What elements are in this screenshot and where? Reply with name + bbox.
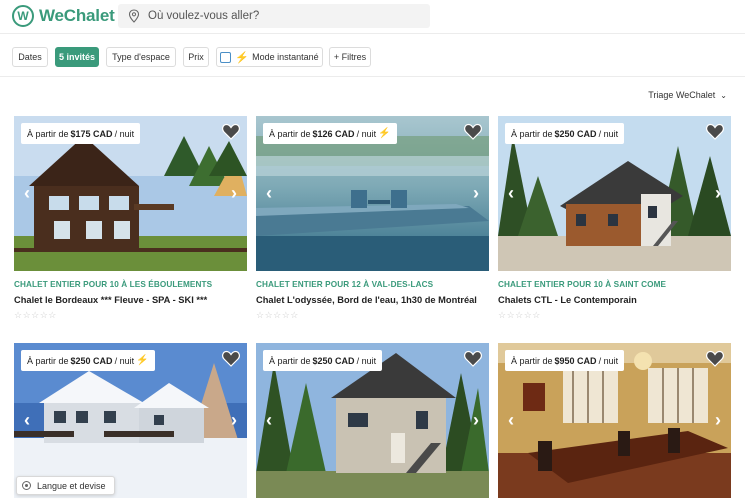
price-prefix: À partir de: [269, 128, 311, 139]
logo[interactable]: W WeChalet: [12, 4, 115, 28]
price-tag: À partir de $250 CAD / nuit: [505, 123, 625, 144]
chevron-left-icon[interactable]: ‹: [20, 184, 34, 202]
listing-photo[interactable]: À partir de $950 CAD / nuit ‹ ›: [498, 343, 731, 498]
listing-card[interactable]: À partir de $250 CAD / nuit ‹ › CHALET E…: [498, 116, 731, 321]
listing-title[interactable]: Chalet L'odyssée, Bord de l'eau, 1h30 de…: [256, 295, 489, 305]
heart-icon[interactable]: [222, 123, 240, 140]
rating-stars: ☆☆☆☆☆: [498, 310, 541, 320]
listing-card[interactable]: À partir de $250 CAD / nuit ⚡ ‹ ›: [14, 343, 247, 498]
price-unit: / nuit: [114, 128, 135, 139]
price-amount: $250 CAD: [312, 355, 355, 366]
chevron-right-icon[interactable]: ›: [227, 184, 241, 202]
globe-icon: [22, 481, 31, 490]
dates-filter-button[interactable]: Dates: [12, 47, 48, 67]
listing-card[interactable]: À partir de $175 CAD / nuit ‹ › CHALET E…: [14, 116, 247, 321]
price-tag: À partir de $250 CAD / nuit: [263, 350, 383, 371]
listing-type: CHALET ENTIER POUR 10 À SAINT COME: [498, 280, 667, 289]
price-amount: $126 CAD: [312, 128, 355, 139]
heart-icon[interactable]: [706, 350, 724, 367]
sort-label: Triage WeChalet: [648, 90, 716, 100]
instant-mode-label: Mode instantané: [252, 52, 319, 62]
instant-booking-icon: ⚡: [136, 355, 149, 366]
chevron-right-icon[interactable]: ›: [711, 411, 725, 429]
chevron-right-icon[interactable]: ›: [711, 184, 725, 202]
chevron-left-icon[interactable]: ‹: [262, 184, 276, 202]
chevron-left-icon[interactable]: ‹: [504, 411, 518, 429]
price-prefix: À partir de: [27, 128, 69, 139]
rating-stars: ☆☆☆☆☆: [14, 310, 57, 320]
heart-icon[interactable]: [464, 350, 482, 367]
chevron-down-icon: ⌄: [720, 90, 727, 100]
price-tag: À partir de $250 CAD / nuit ⚡: [21, 350, 155, 371]
chevron-right-icon[interactable]: ›: [227, 411, 241, 429]
rating-stars: ☆☆☆☆☆: [256, 310, 299, 320]
price-prefix: À partir de: [511, 355, 553, 366]
price-prefix: À partir de: [511, 128, 553, 139]
more-filters-button[interactable]: + Filtres: [329, 47, 371, 67]
filter-bar: Dates 5 invités Type d'espace Prix ⚡ Mod…: [0, 41, 745, 77]
chevron-left-icon[interactable]: ‹: [262, 411, 276, 429]
top-header: W WeChalet: [0, 0, 745, 34]
listing-photo[interactable]: À partir de $126 CAD / nuit ⚡ ‹ ›: [256, 116, 489, 271]
heart-icon[interactable]: [222, 350, 240, 367]
price-filter-button[interactable]: Prix: [183, 47, 209, 67]
price-amount: $250 CAD: [70, 355, 113, 366]
chevron-left-icon[interactable]: ‹: [20, 411, 34, 429]
price-amount: $950 CAD: [554, 355, 597, 366]
price-unit: / nuit: [114, 355, 135, 366]
logo-text: WeChalet: [39, 6, 115, 25]
heart-icon[interactable]: [706, 123, 724, 140]
listing-photo[interactable]: À partir de $250 CAD / nuit ⚡ ‹ ›: [14, 343, 247, 498]
instant-mode-checkbox[interactable]: [220, 51, 232, 63]
location-pin-icon: [128, 9, 140, 23]
price-amount: $250 CAD: [554, 128, 597, 139]
sort-dropdown[interactable]: Triage WeChalet ⌄: [648, 90, 727, 100]
price-amount: $175 CAD: [70, 128, 113, 139]
price-tag: À partir de $126 CAD / nuit ⚡: [263, 123, 397, 144]
price-unit: / nuit: [356, 128, 377, 139]
listing-card[interactable]: À partir de $950 CAD / nuit ‹ ›: [498, 343, 731, 498]
listing-photo[interactable]: À partir de $250 CAD / nuit ‹ ›: [498, 116, 731, 271]
listing-card[interactable]: À partir de $126 CAD / nuit ⚡ ‹ › CHALET…: [256, 116, 489, 321]
search-input[interactable]: [148, 10, 408, 22]
instant-booking-icon: ⚡: [378, 128, 391, 139]
price-prefix: À partir de: [27, 355, 69, 366]
listing-title[interactable]: Chalet le Bordeaux *** Fleuve - SPA - SK…: [14, 295, 247, 305]
listing-photo[interactable]: À partir de $175 CAD / nuit ‹ ›: [14, 116, 247, 271]
search-bar[interactable]: [118, 4, 430, 28]
language-currency-button[interactable]: Langue et devise: [16, 476, 115, 495]
guests-filter-button[interactable]: 5 invités: [55, 47, 99, 67]
space-type-filter-button[interactable]: Type d'espace: [106, 47, 176, 67]
wechalet-logo-icon: W: [12, 5, 34, 27]
price-tag: À partir de $950 CAD / nuit: [505, 350, 625, 371]
chevron-left-icon[interactable]: ‹: [504, 184, 518, 202]
instant-mode-filter[interactable]: ⚡ Mode instantané: [216, 47, 323, 67]
price-unit: / nuit: [598, 128, 619, 139]
listing-card[interactable]: À partir de $250 CAD / nuit ‹ ›: [256, 343, 489, 498]
chevron-right-icon[interactable]: ›: [469, 184, 483, 202]
price-unit: / nuit: [356, 355, 377, 366]
price-prefix: À partir de: [269, 355, 311, 366]
heart-icon[interactable]: [464, 123, 482, 140]
chevron-right-icon[interactable]: ›: [469, 411, 483, 429]
listing-title[interactable]: Chalets CTL - Le Contemporain: [498, 295, 731, 305]
price-tag: À partir de $175 CAD / nuit: [21, 123, 141, 144]
listing-photo[interactable]: À partir de $250 CAD / nuit ‹ ›: [256, 343, 489, 498]
price-unit: / nuit: [598, 355, 619, 366]
listing-type: CHALET ENTIER POUR 12 À VAL-DES-LACS: [256, 280, 434, 289]
listing-type: CHALET ENTIER POUR 10 À LES ÉBOULEMENTS: [14, 280, 213, 289]
lightning-icon: ⚡: [235, 51, 250, 64]
language-currency-label: Langue et devise: [37, 480, 106, 491]
